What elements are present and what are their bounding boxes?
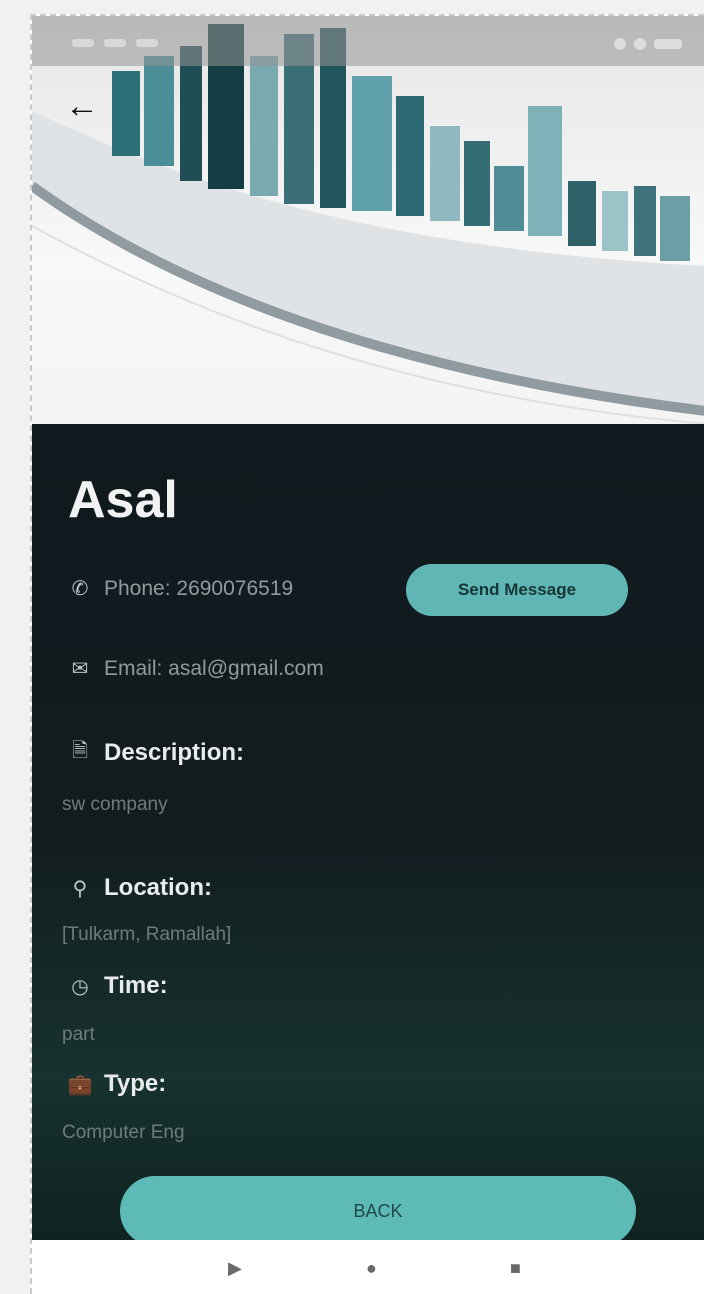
type-row: 💼 Type:	[67, 1070, 167, 1098]
time-label: Time:	[104, 972, 168, 999]
square-recents-icon[interactable]: ■	[510, 1258, 521, 1279]
app-frame: ← Asal ✆ Phone: 2690076519 Send Message …	[30, 14, 704, 1294]
email-row: ✉ Email: asal@gmail.com	[68, 656, 324, 681]
time-row: ◷ Time:	[68, 972, 168, 1000]
phone-row: ✆ Phone: 2690076519	[68, 576, 294, 601]
document-icon: 🗎	[71, 740, 89, 762]
circle-home-icon[interactable]: ●	[366, 1258, 377, 1279]
briefcase-icon: 💼	[67, 1073, 93, 1096]
arrow-left-icon[interactable]: ←	[64, 88, 100, 124]
phone-icon: ✆	[71, 578, 89, 600]
header-image: ←	[32, 16, 704, 424]
signal-icon	[614, 38, 626, 50]
location-value: [Tulkarm, Ramallah]	[62, 924, 232, 945]
city-illustration	[32, 24, 704, 424]
status-left-icons	[72, 39, 158, 47]
system-nav-bar: ▶ ● ■	[32, 1240, 704, 1294]
phone-text: Phone: 2690076519	[104, 576, 294, 600]
description-row: 🗎 Description:	[68, 736, 244, 770]
battery-icon	[654, 39, 682, 49]
status-bar	[32, 16, 704, 66]
location-pin-icon: ⚲	[72, 877, 88, 900]
email-icon: ✉	[71, 658, 89, 680]
send-message-button[interactable]: Send Message	[406, 564, 628, 616]
clock-icon: ◷	[71, 975, 89, 998]
location-label: Location:	[104, 874, 212, 901]
time-value: part	[62, 1024, 95, 1045]
profile-name: Asal	[68, 471, 178, 529]
location-row: ⚲ Location:	[68, 874, 212, 902]
type-label: Type:	[104, 1070, 167, 1097]
details-panel: Asal ✆ Phone: 2690076519 Send Message ✉ …	[32, 424, 704, 1246]
wifi-icon	[634, 38, 646, 50]
description-value: sw company	[62, 794, 168, 815]
description-label: Description:	[104, 739, 245, 766]
email-text: Email: asal@gmail.com	[104, 656, 324, 680]
back-button[interactable]: BACK	[120, 1176, 636, 1246]
triangle-back-icon[interactable]: ▶	[228, 1258, 242, 1279]
type-value: Computer Eng	[62, 1122, 185, 1143]
status-right-icons	[614, 38, 682, 50]
